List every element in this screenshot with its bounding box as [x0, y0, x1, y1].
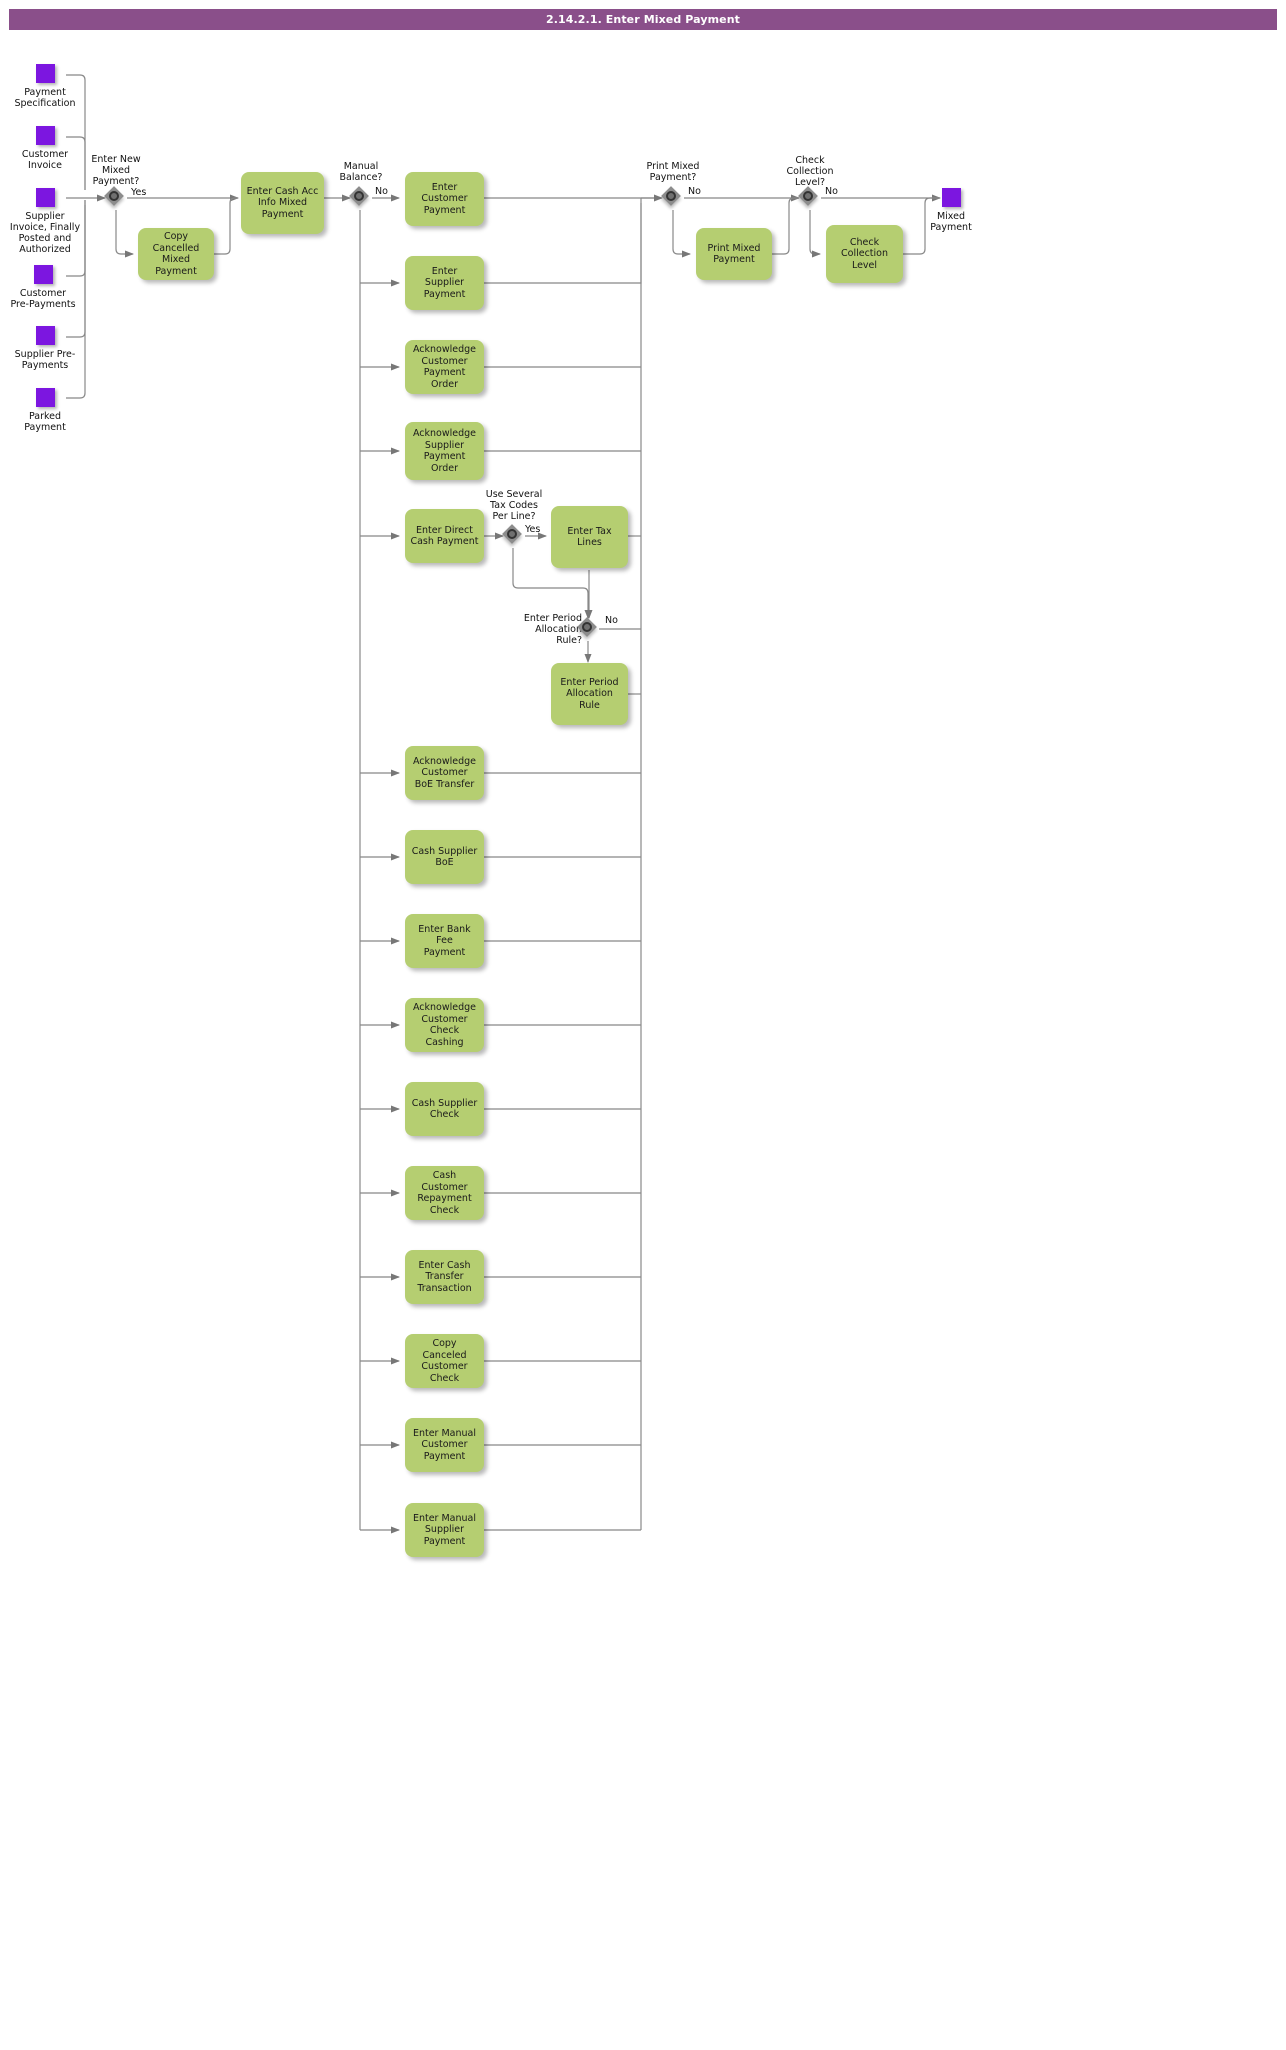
task-enter-direct-cash-payment[interactable]: Enter Direct Cash Payment — [405, 509, 484, 563]
task-print-mixed-payment[interactable]: Print Mixed Payment — [696, 228, 772, 280]
data-object-label: Customer Pre-Payments — [10, 288, 76, 310]
data-object-customer-pre-payments: Customer Pre-Payments — [0, 265, 98, 310]
task-enter-period-allocation-rule[interactable]: Enter Period Allocation Rule — [551, 663, 628, 725]
data-object-icon — [35, 64, 55, 83]
page-title: 2.14.2.1. Enter Mixed Payment — [545, 13, 741, 26]
data-object-icon — [941, 188, 961, 207]
gateway-circle-icon — [109, 191, 119, 201]
task-cash-supplier-check[interactable]: Cash Supplier Check — [405, 1082, 484, 1136]
data-object-icon — [35, 126, 55, 145]
task-enter-bank-fee-payment[interactable]: Enter Bank Fee Payment — [405, 914, 484, 968]
task-enter-manual-customer-payment[interactable]: Enter Manual Customer Payment — [405, 1418, 484, 1472]
data-object-label: Supplier Invoice, Finally Posted and Aut… — [9, 211, 81, 255]
task-enter-tax-lines[interactable]: Enter Tax Lines — [551, 506, 628, 568]
gateway-enter-period-allocation-rule[interactable] — [577, 617, 600, 640]
gateway-check-collection-level[interactable] — [798, 186, 821, 209]
gateway-label-print-mixed-payment: Print Mixed Payment? — [646, 161, 700, 183]
gateway-print-mixed-payment[interactable] — [661, 186, 684, 209]
task-copy-canceled-customer-check[interactable]: Copy Canceled Customer Check — [405, 1334, 484, 1388]
task-copy-cancelled-mixed-payment[interactable]: Copy Cancelled Mixed Payment — [138, 228, 214, 280]
data-object-supplier-pre-payments: Supplier Pre- Payments — [0, 326, 100, 371]
task-acknowledge-supplier-payment-order[interactable]: Acknowledge Supplier Payment Order — [405, 422, 484, 480]
task-cash-supplier-boe[interactable]: Cash Supplier BoE — [405, 830, 484, 884]
data-object-label: Payment Specification — [14, 87, 76, 109]
task-cash-customer-repayment-check[interactable]: Cash Customer Repayment Check — [405, 1166, 484, 1220]
gateway-manual-balance[interactable] — [349, 186, 372, 209]
data-object-mixed-payment: Mixed Payment — [896, 188, 1006, 233]
gateway-use-several-tax-codes[interactable] — [502, 524, 525, 547]
diagram-canvas: 2.14.2.1. Enter Mixed Payment Payment Sp… — [0, 0, 1286, 2050]
gateway-circle-icon — [666, 191, 676, 201]
data-object-label: Supplier Pre- Payments — [14, 349, 76, 371]
task-enter-manual-supplier-payment[interactable]: Enter Manual Supplier Payment — [405, 1503, 484, 1557]
gateway-label-enter-new-mixed-payment: Enter New Mixed Payment? — [91, 154, 141, 187]
data-object-parked-payment: Parked Payment — [0, 388, 100, 433]
gateway-circle-icon — [803, 191, 813, 201]
gateway-enter-new-mixed-payment[interactable] — [104, 186, 127, 209]
flow-label-yes-use-several-tax-codes: Yes — [525, 524, 541, 535]
gateway-circle-icon — [507, 529, 517, 539]
gateway-circle-icon — [582, 622, 592, 632]
data-object-icon — [33, 265, 53, 284]
flow-label-yes-enter-new-mixed-payment: Yes — [131, 187, 147, 198]
data-object-icon — [35, 188, 55, 207]
data-object-icon — [35, 326, 55, 345]
flow-label-no-check-collection-level: No — [825, 186, 838, 197]
gateway-circle-icon — [354, 191, 364, 201]
gateway-label-manual-balance: Manual Balance? — [339, 161, 383, 183]
flow-label-no-print-mixed-payment: No — [688, 186, 701, 197]
task-acknowledge-customer-payment-order[interactable]: Acknowledge Customer Payment Order — [405, 340, 484, 394]
data-object-payment-specification: Payment Specification — [0, 64, 100, 109]
connector-layer — [66, 74, 941, 1534]
task-enter-customer-payment[interactable]: Enter Customer Payment — [405, 172, 484, 226]
task-acknowledge-customer-check-cashing[interactable]: Acknowledge Customer Check Cashing — [405, 998, 484, 1052]
diagram-title-bar: 2.14.2.1. Enter Mixed Payment — [9, 9, 1277, 30]
task-check-collection-level[interactable]: Check Collection Level — [826, 225, 903, 283]
data-object-supplier-invoice: Supplier Invoice, Finally Posted and Aut… — [0, 188, 100, 255]
task-enter-cash-acc-info-mixed-payment[interactable]: Enter Cash Acc Info Mixed Payment — [241, 172, 324, 234]
data-object-label: Mixed Payment — [930, 211, 972, 233]
gateway-label-check-collection-level: Check Collection Level? — [786, 155, 834, 188]
data-object-label: Parked Payment — [24, 411, 66, 433]
flow-label-no-enter-period-allocation-rule: No — [605, 615, 618, 626]
task-enter-supplier-payment[interactable]: Enter Supplier Payment — [405, 256, 484, 310]
data-object-icon — [35, 388, 55, 407]
task-acknowledge-customer-boe-transfer[interactable]: Acknowledge Customer BoE Transfer — [405, 746, 484, 800]
gateway-label-enter-period-allocation-rule: Enter Period Allocation Rule? — [523, 613, 582, 646]
task-enter-cash-transfer-transaction[interactable]: Enter Cash Transfer Transaction — [405, 1250, 484, 1304]
flow-label-no-manual-balance: No — [375, 186, 388, 197]
